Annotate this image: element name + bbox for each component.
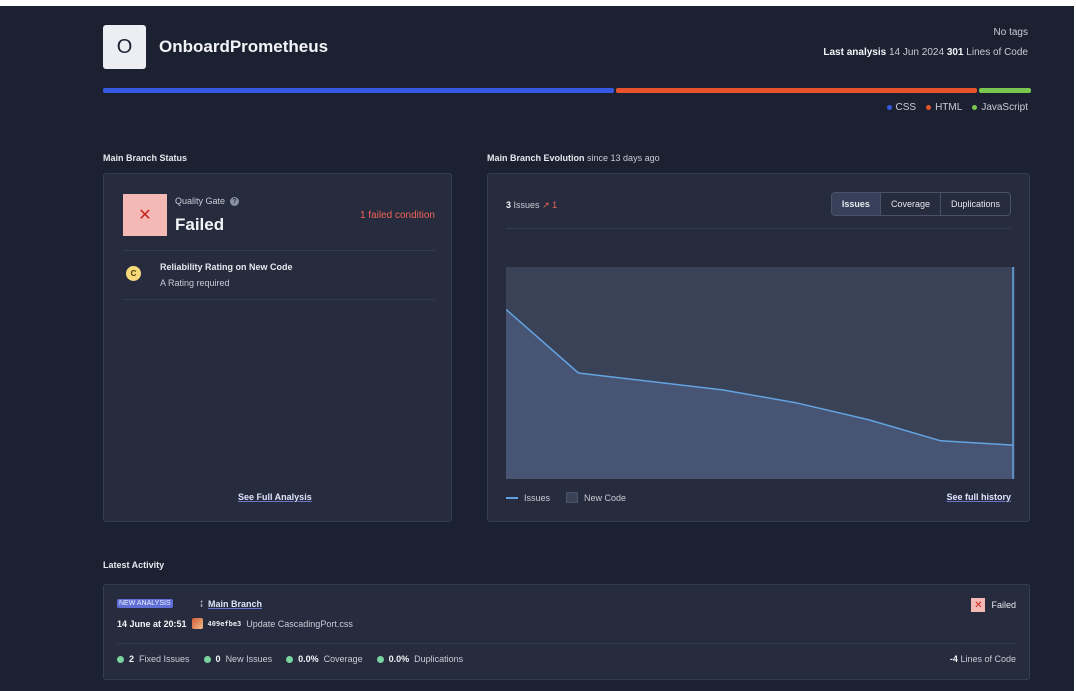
stat-label: Coverage (323, 654, 363, 664)
lines-of-code-count: 301 (946, 47, 964, 58)
language-distribution-bar (103, 88, 1032, 93)
condition-title[interactable]: Reliability Rating on New Code (160, 262, 293, 272)
activity-commit-line: 14 June at 20:51 409efbe3 Update Cascadi… (117, 618, 353, 629)
quality-gate-failed-icon: ✕ (123, 194, 167, 236)
last-analysis-label: Last analysis (823, 47, 887, 58)
last-analysis-info: Last analysis 14 Jun 2024 301 Lines of C… (823, 47, 1028, 58)
legend-dot-icon (926, 105, 932, 110)
activity-date: 14 June at 20:51 (117, 618, 187, 629)
project-tags[interactable]: No tags (994, 27, 1028, 38)
app-window: O OnboardPrometheus No tags Last analysi… (0, 0, 1074, 691)
stat-value: 0 (215, 654, 221, 664)
commit-author-avatar (191, 618, 203, 629)
legend-label: HTML (935, 102, 963, 113)
loc-delta-value: -4 (949, 654, 958, 664)
project-name[interactable]: OnboardPrometheus (159, 37, 328, 57)
quality-gate-label: Quality Gate ? (175, 196, 240, 206)
duplications-stat[interactable]: 0.0% Duplications (376, 654, 464, 664)
main-branch-link[interactable]: Main Branch (208, 599, 262, 609)
issues-evolution-chart[interactable] (506, 267, 1015, 479)
evolution-since: since 13 days ago (587, 153, 660, 163)
evolution-panel: 3 Issues ↗ 1 Issues Coverage Duplication… (487, 173, 1030, 522)
issues-count: 3 Issues ↗ 1 (506, 200, 557, 211)
new-issues-stat[interactable]: 0 New Issues (203, 654, 273, 664)
tab-duplications[interactable]: Duplications (939, 193, 1010, 215)
quality-gate-label-text: Quality Gate (175, 196, 226, 206)
issues-count-label: Issues (513, 200, 540, 210)
language-legend: CSS HTML JavaScript (886, 102, 1028, 113)
activity-status: ✕ Failed (971, 598, 1016, 612)
lines-of-code-delta: -4 Lines of Code (950, 654, 1016, 664)
fixed-issues-stat[interactable]: 2 Fixed Issues (117, 654, 190, 664)
stat-value: 0.0% (298, 654, 319, 664)
legend-item-javascript: JavaScript (972, 102, 1028, 113)
legend-dot-icon (886, 105, 892, 110)
legend-label: CSS (895, 102, 917, 113)
new-analysis-badge: NEW ANALYSIS (117, 599, 173, 608)
help-icon[interactable]: ? (230, 196, 240, 206)
latest-activity-panel: NEW ANALYSIS ↨ Main Branch ✕ Failed 14 J… (103, 584, 1030, 680)
quality-gate-status: Failed (175, 215, 225, 234)
reliability-rating-badge: C (126, 266, 141, 281)
coverage-stat[interactable]: 0.0% Coverage (286, 654, 363, 664)
see-full-history-link[interactable]: See full history (946, 492, 1011, 502)
issues-count-value: 3 (506, 200, 512, 210)
failed-conditions-link[interactable]: 1 failed condition (360, 210, 435, 221)
legend-item-css: CSS (886, 102, 917, 113)
divider (123, 299, 435, 300)
divider (123, 250, 435, 251)
quality-gate-panel: ✕ Quality Gate ? Failed 1 failed conditi… (103, 173, 452, 522)
main-branch-evolution-title: Main Branch Evolution since 13 days ago (487, 153, 660, 163)
tab-coverage[interactable]: Coverage (879, 193, 940, 215)
evolution-title-text: Main Branch Evolution (487, 153, 585, 163)
issues-legend-swatch (506, 496, 518, 499)
activity-stats: 2 Fixed Issues 0 New Issues 0.0% Coverag… (117, 654, 463, 664)
issues-delta: ↗ 1 (542, 200, 558, 210)
stat-label: Fixed Issues (139, 654, 190, 664)
chart-legend: Issues New Code (506, 492, 626, 503)
legend-dot-icon (972, 105, 978, 110)
stat-value: 2 (129, 654, 135, 664)
lines-of-code-label: Lines of Code (966, 47, 1028, 58)
stat-label: New Issues (225, 654, 273, 664)
legend-label: JavaScript (981, 102, 1028, 113)
branch-icon: ↨ (199, 598, 204, 609)
loc-delta-label: Lines of Code (960, 654, 1016, 664)
divider (506, 228, 1011, 229)
failed-status-icon: ✕ (971, 598, 986, 612)
see-full-analysis-link[interactable]: See Full Analysis (238, 492, 312, 502)
commit-message: Update CascadingPort.css (246, 618, 353, 629)
status-dot-icon (286, 655, 294, 663)
activity-status-label: Failed (991, 600, 1016, 610)
metric-tabs: Issues Coverage Duplications (830, 192, 1011, 216)
divider (117, 643, 1016, 644)
project-avatar: O (103, 25, 146, 69)
stat-label: Duplications (414, 654, 464, 664)
tab-issues[interactable]: Issues (831, 193, 880, 215)
new-code-legend-swatch (566, 492, 579, 503)
main-branch-status-title: Main Branch Status (103, 153, 188, 163)
condition-subtitle: A Rating required (160, 278, 230, 288)
issues-legend-label: Issues (524, 492, 551, 503)
language-segment-css (103, 88, 614, 93)
status-dot-icon (117, 655, 124, 663)
stat-value: 0.0% (388, 654, 410, 664)
status-dot-icon (376, 655, 384, 663)
language-segment-javascript (979, 88, 1032, 93)
commit-hash[interactable]: 409efbe3 (208, 620, 242, 628)
new-code-legend-label: New Code (584, 492, 627, 503)
top-margin (0, 0, 1076, 6)
language-segment-html (615, 88, 978, 93)
status-dot-icon (203, 655, 211, 663)
latest-activity-title: Latest Activity (103, 560, 165, 570)
last-analysis-date: 14 Jun 2024 (888, 47, 945, 58)
legend-item-html: HTML (926, 102, 962, 113)
